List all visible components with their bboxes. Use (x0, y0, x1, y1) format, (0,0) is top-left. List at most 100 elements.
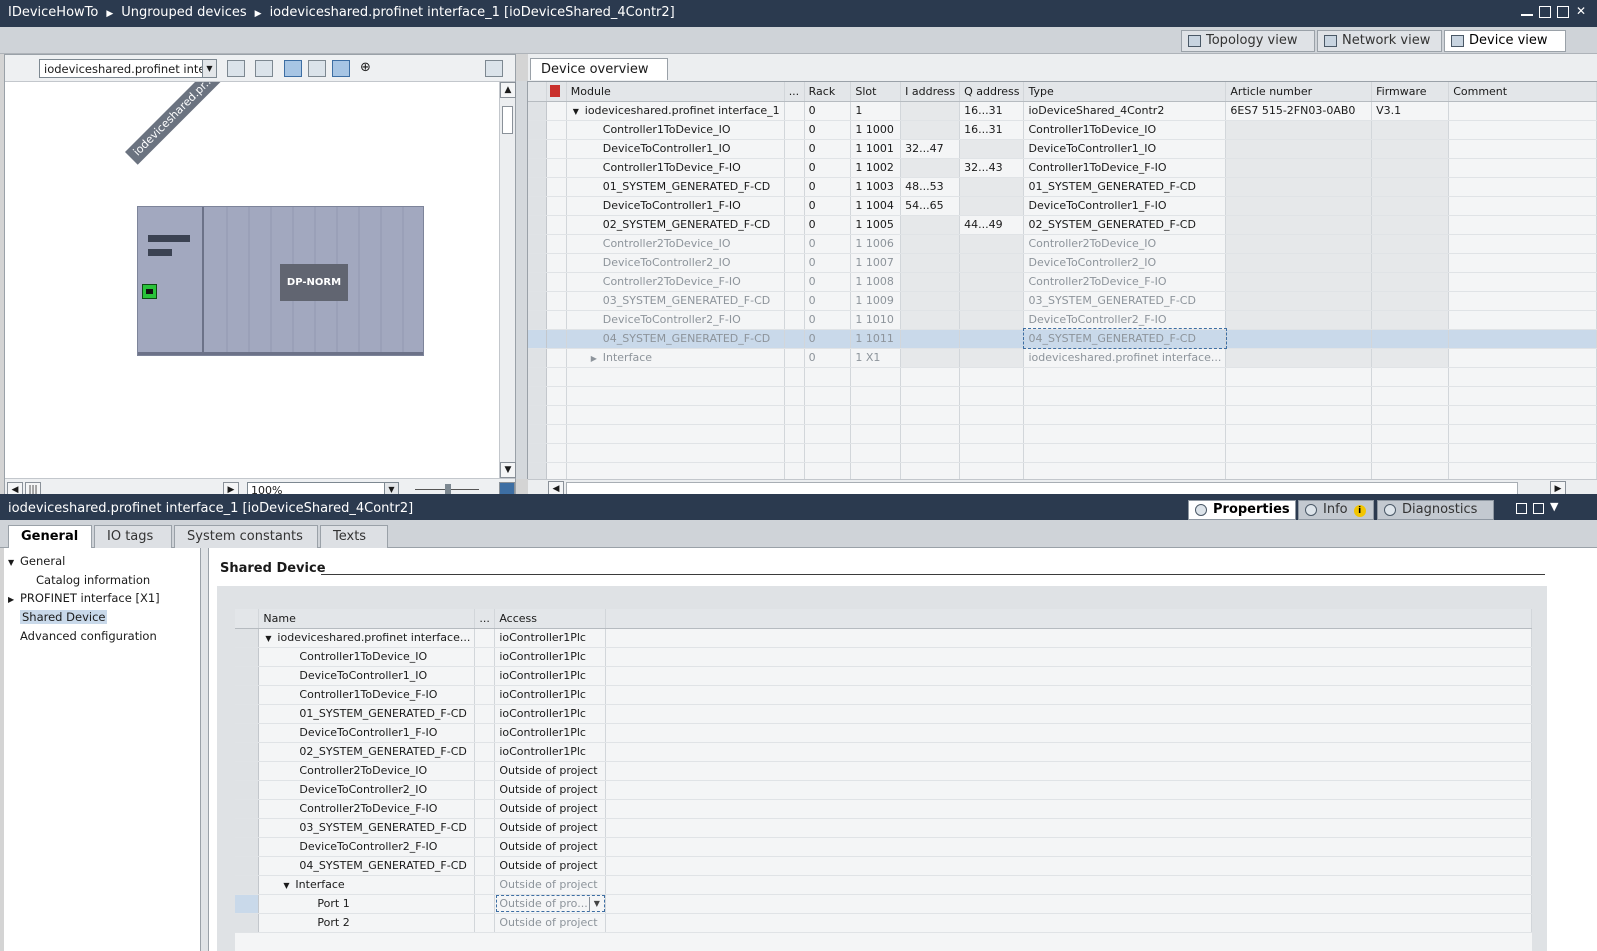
rack-cell[interactable]: 0 (804, 139, 852, 159)
rack-cell[interactable]: 0 (804, 234, 852, 254)
article-cell[interactable] (1225, 120, 1373, 140)
name-cell[interactable]: DeviceToController1_IO (258, 666, 476, 686)
iaddr-cell[interactable]: 32...47 (900, 139, 961, 159)
module-cell[interactable]: DeviceToController2_F-IO (566, 310, 785, 330)
rack-cell[interactable]: 0 (804, 177, 852, 197)
module-cell[interactable]: Controller1ToDevice_IO (566, 120, 785, 140)
device-selector[interactable]: iodeviceshared.profinet interface_1▼ (39, 59, 217, 78)
row-gutter[interactable] (528, 348, 548, 368)
slot-cell[interactable]: 1 1010 (850, 310, 902, 330)
module-cell[interactable]: DeviceToController2_IO (566, 253, 785, 273)
table-row[interactable]: 01_SYSTEM_GENERATED_F-CD 0 1 1003 48...53 01… (528, 177, 1597, 197)
row-gutter[interactable] (235, 913, 260, 933)
canvas-vertical-scrollbar[interactable]: ▲ ▼ (499, 82, 516, 478)
comment-cell[interactable] (1448, 348, 1597, 368)
comment-cell[interactable] (1448, 253, 1597, 273)
access-cell[interactable]: Outside of project (494, 856, 607, 876)
scroll-up-icon[interactable]: ▲ (500, 82, 516, 98)
table-row[interactable]: ▼ Interface Outside of project (235, 875, 1532, 895)
module-cell[interactable]: 02_SYSTEM_GENERATED_F-CD (566, 215, 785, 235)
slot-cell[interactable]: 1 (850, 101, 902, 121)
table-row[interactable]: 02_SYSTEM_GENERATED_F-CD ioController1Plc (235, 742, 1532, 762)
scroll-down-icon[interactable]: ▼ (500, 462, 516, 478)
col-q-address[interactable]: Q address (959, 82, 1025, 102)
module-cell[interactable]: Controller2ToDevice_IO (566, 234, 785, 254)
type-cell[interactable]: 02_SYSTEM_GENERATED_F-CD (1023, 215, 1227, 235)
access-cell[interactable]: ioController1Plc (494, 704, 607, 724)
type-cell[interactable]: 03_SYSTEM_GENERATED_F-CD (1023, 291, 1227, 311)
module-cell[interactable]: DeviceToController1_IO (566, 139, 785, 159)
table-row[interactable]: DeviceToController1_IO 0 1 1001 32...47 Devi… (528, 139, 1597, 159)
comment-cell[interactable] (1448, 196, 1597, 216)
table-row[interactable]: 04_SYSTEM_GENERATED_F-CD 0 1 1011 04_SYSTEM… (528, 328, 1597, 349)
col-comment[interactable]: Comment (1448, 82, 1597, 102)
article-cell[interactable] (1225, 329, 1373, 349)
row-gutter[interactable] (235, 647, 260, 667)
rack-cell[interactable]: 0 (804, 329, 852, 349)
breadcrumb-project[interactable]: IDeviceHowTo (8, 5, 98, 20)
row-gutter[interactable] (235, 761, 260, 781)
type-cell[interactable]: Controller2ToDevice_F-IO (1023, 272, 1227, 292)
access-cell[interactable]: ioController1Plc (494, 685, 607, 705)
dp-norm-module[interactable]: DP-NORM (280, 264, 348, 301)
name-cell[interactable]: Controller1ToDevice_IO (258, 647, 476, 667)
slot-cell[interactable]: 1 1008 (850, 272, 902, 292)
article-cell[interactable] (1225, 291, 1373, 311)
type-cell[interactable]: iodeviceshared.profinet interface... (1023, 348, 1227, 368)
firmware-cell[interactable] (1371, 291, 1450, 311)
row-gutter[interactable] (528, 310, 548, 330)
table-row[interactable]: 03_SYSTEM_GENERATED_F-CD Outside of proje… (235, 818, 1532, 838)
slot-cell[interactable]: 1 1011 (850, 329, 902, 349)
zoom-slider-handle[interactable] (445, 484, 451, 494)
chevron-down-icon[interactable]: ▼ (589, 896, 603, 911)
rack-cell[interactable]: 0 (804, 291, 852, 311)
col-name[interactable]: Name (258, 609, 476, 629)
name-cell[interactable]: Port 1 (258, 894, 476, 914)
type-cell[interactable]: DeviceToController1_F-IO (1023, 196, 1227, 216)
qaddr-cell[interactable] (959, 139, 1025, 159)
table-row[interactable]: DeviceToController2_IO Outside of project (235, 780, 1532, 800)
close-icon[interactable]: ✕ (1575, 5, 1587, 18)
access-cell[interactable]: Outside of project (494, 799, 607, 819)
row-gutter[interactable] (235, 666, 260, 686)
row-gutter[interactable] (528, 139, 548, 159)
row-gutter[interactable] (235, 856, 260, 876)
iaddr-cell[interactable]: 48...53 (900, 177, 961, 197)
qaddr-cell[interactable] (959, 253, 1025, 273)
table-row[interactable]: Controller2ToDevice_IO Outside of project (235, 761, 1532, 781)
iaddr-cell[interactable] (900, 215, 961, 235)
row-gutter[interactable] (528, 329, 548, 349)
rack-cell[interactable]: 0 (804, 253, 852, 273)
iaddr-cell[interactable] (900, 120, 961, 140)
article-cell[interactable] (1225, 348, 1373, 368)
name-cell[interactable]: 04_SYSTEM_GENERATED_F-CD (258, 856, 476, 876)
qaddr-cell[interactable]: 16...31 (959, 120, 1025, 140)
firmware-cell[interactable] (1371, 177, 1450, 197)
comment-cell[interactable] (1448, 139, 1597, 159)
firmware-cell[interactable] (1371, 310, 1450, 330)
access-cell[interactable]: Outside of project (494, 818, 607, 838)
grid-icon[interactable] (308, 60, 326, 77)
module-cell[interactable]: Controller2ToDevice_F-IO (566, 272, 785, 292)
rack-cell[interactable]: 0 (804, 310, 852, 330)
type-cell[interactable]: DeviceToController2_IO (1023, 253, 1227, 273)
qaddr-cell[interactable]: 16...31 (959, 101, 1025, 121)
maximize-icon[interactable] (1533, 503, 1544, 514)
row-gutter[interactable] (235, 894, 260, 914)
rack-cell[interactable]: 0 (804, 196, 852, 216)
rack-cell[interactable]: 0 (804, 215, 852, 235)
table-row[interactable]: Controller2ToDevice_IO 0 1 1006 Controller2… (528, 234, 1597, 254)
tab-device-overview[interactable]: Device overview (530, 58, 668, 80)
article-cell[interactable] (1225, 272, 1373, 292)
row-gutter[interactable] (528, 291, 548, 311)
maximize-icon[interactable] (1557, 6, 1569, 18)
comment-cell[interactable] (1448, 329, 1597, 349)
type-cell[interactable]: Controller2ToDevice_IO (1023, 234, 1227, 254)
table-row[interactable]: Controller1ToDevice_F-IO ioController1Plc (235, 685, 1532, 705)
col-access[interactable]: Access (494, 609, 607, 629)
row-gutter[interactable] (235, 704, 260, 724)
nav-splitter[interactable] (201, 548, 209, 951)
row-gutter[interactable] (235, 799, 260, 819)
row-gutter[interactable] (235, 837, 260, 857)
article-cell[interactable] (1225, 196, 1373, 216)
